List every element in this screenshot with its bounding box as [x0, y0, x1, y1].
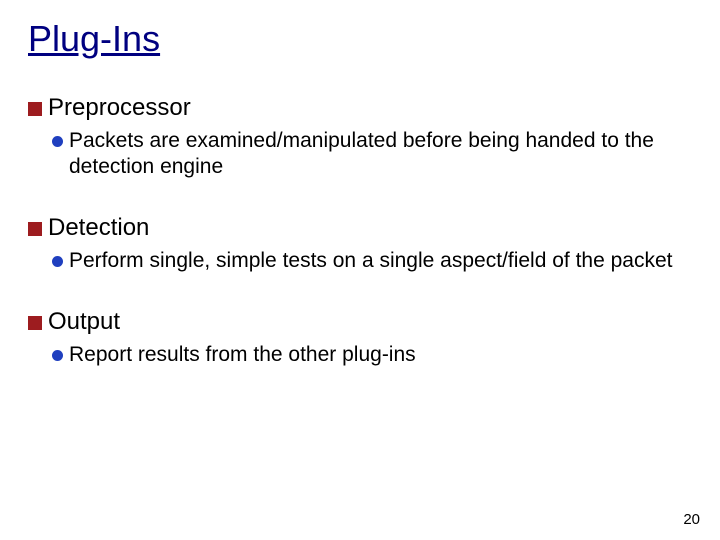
page-number: 20 — [683, 511, 700, 528]
section-detection: Detection Perform single, simple tests o… — [28, 214, 692, 274]
section-item-text: Report results from the other plug-ins — [69, 342, 692, 368]
section-heading: Preprocessor — [28, 94, 692, 122]
section-item: Perform single, simple tests on a single… — [52, 248, 692, 274]
section-heading-text: Detection — [48, 214, 149, 242]
square-bullet-icon — [28, 222, 42, 236]
slide-content: Preprocessor Packets are examined/manipu… — [28, 66, 692, 368]
section-item: Report results from the other plug-ins — [52, 342, 692, 368]
section-output: Output Report results from the other plu… — [28, 308, 692, 368]
circle-bullet-icon — [52, 350, 63, 361]
section-item-text: Perform single, simple tests on a single… — [69, 248, 692, 274]
section-heading: Output — [28, 308, 692, 336]
section-item: Packets are examined/manipulated before … — [52, 128, 692, 181]
circle-bullet-icon — [52, 136, 63, 147]
square-bullet-icon — [28, 316, 42, 330]
section-item-text: Packets are examined/manipulated before … — [69, 128, 692, 181]
section-heading-text: Preprocessor — [48, 94, 191, 122]
slide: Plug-Ins Preprocessor Packets are examin… — [0, 0, 720, 540]
square-bullet-icon — [28, 102, 42, 116]
section-heading-text: Output — [48, 308, 120, 336]
section-heading: Detection — [28, 214, 692, 242]
slide-title: Plug-Ins — [28, 18, 692, 60]
section-preprocessor: Preprocessor Packets are examined/manipu… — [28, 94, 692, 180]
circle-bullet-icon — [52, 256, 63, 267]
